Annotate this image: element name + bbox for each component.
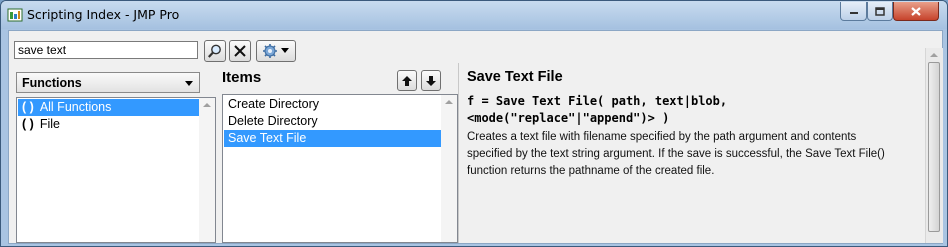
detail-description: Creates a text file with filename specif…	[467, 131, 885, 177]
client-area: save text Functions () All Functions (…	[8, 30, 943, 244]
detail-scrollbar[interactable]	[925, 48, 943, 243]
search-button[interactable]	[204, 40, 226, 62]
x-icon	[234, 45, 246, 57]
move-up-button[interactable]	[397, 70, 417, 91]
clear-search-button[interactable]	[229, 40, 251, 62]
maximize-icon	[875, 6, 885, 16]
maximize-button[interactable]	[867, 2, 893, 21]
syntax-line: f = Save Text File( path, text|blob,	[467, 94, 728, 108]
category-item-label: All Functions	[39, 100, 112, 114]
move-down-button[interactable]	[421, 70, 441, 91]
panel-divider[interactable]	[458, 63, 459, 243]
list-item[interactable]: Delete Directory	[224, 113, 441, 130]
arrow-down-icon	[426, 75, 436, 86]
list-item[interactable]: Create Directory	[224, 96, 441, 113]
list-item-selected[interactable]: Save Text File	[224, 130, 441, 147]
options-button[interactable]	[256, 40, 296, 62]
scroll-up-arrow-icon[interactable]	[930, 53, 938, 57]
category-item-label: File	[39, 117, 60, 131]
magnifier-icon	[207, 44, 221, 58]
dropdown-arrow-icon	[281, 48, 289, 53]
scroll-up-arrow-icon[interactable]	[445, 100, 453, 104]
window-title: Scripting Index - JMP Pro	[27, 7, 180, 22]
category-list-scrollbar[interactable]	[199, 98, 215, 242]
items-list[interactable]: Create Directory Delete Directory Save T…	[222, 94, 458, 243]
category-filter-select[interactable]: Functions	[16, 72, 200, 93]
function-parens-icon: ( )	[22, 117, 34, 131]
syntax-block: f = Save Text File( path, text|blob, <mod…	[467, 93, 787, 127]
close-icon	[911, 6, 921, 16]
jmp-app-icon	[7, 8, 23, 22]
category-item-all-functions[interactable]: ( ) All Functions	[18, 99, 199, 116]
scripting-index-window: Scripting Index - JMP Pro save text Func…	[0, 0, 948, 247]
gear-icon	[263, 44, 277, 58]
function-parens-icon: ( )	[22, 100, 34, 114]
close-button[interactable]	[893, 2, 939, 21]
minimize-icon	[849, 12, 858, 14]
scrollbar-thumb[interactable]	[928, 62, 940, 232]
minimize-button[interactable]	[840, 2, 867, 21]
detail-title: Save Text File	[467, 69, 563, 85]
items-heading: Items	[222, 69, 262, 86]
category-list[interactable]: ( ) All Functions ( ) File	[16, 97, 216, 243]
chevron-down-icon	[185, 81, 193, 86]
category-item-file[interactable]: ( ) File	[18, 116, 199, 133]
category-filter-value: Functions	[22, 76, 82, 90]
syntax-line: <mode("replace"|"append")> )	[467, 111, 670, 125]
search-input[interactable]: save text	[14, 41, 198, 59]
arrow-up-icon	[402, 75, 412, 86]
items-list-scrollbar[interactable]	[441, 95, 457, 242]
scroll-up-arrow-icon[interactable]	[203, 103, 211, 107]
title-bar[interactable]: Scripting Index - JMP Pro	[1, 1, 947, 29]
